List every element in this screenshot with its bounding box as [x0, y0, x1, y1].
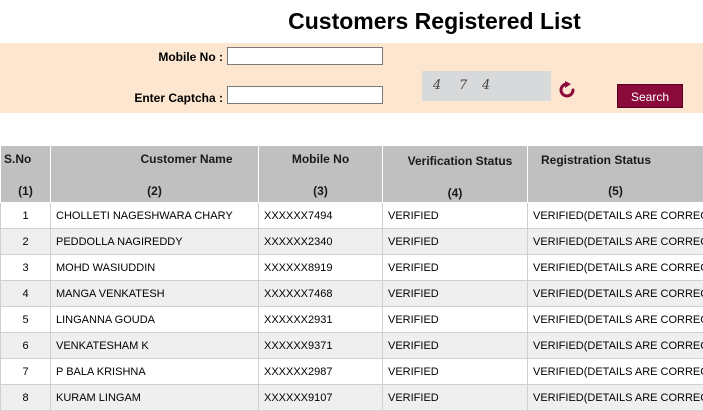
- header-number: (4): [383, 186, 527, 200]
- cell-verification-status: VERIFIED: [383, 281, 528, 307]
- table-row: 4 MANGA VENKATESH XXXXXX7468 VERIFIED VE…: [1, 281, 703, 307]
- cell-registration-status: VERIFIED(DETAILS ARE CORRECT): [528, 333, 703, 359]
- header-number: (3): [259, 184, 382, 198]
- table-row: 2 PEDDOLLA NAGIREDDY XXXXXX2340 VERIFIED…: [1, 229, 703, 255]
- cell-customer-name: LINGANNA GOUDA: [51, 307, 259, 333]
- cell-registration-status: VERIFIED(DETAILS ARE CORRECT): [528, 229, 703, 255]
- cell-customer-name: PEDDOLLA NAGIREDDY: [51, 229, 259, 255]
- cell-sno: 4: [1, 281, 51, 307]
- cell-mobile-no: XXXXXX9371: [259, 333, 383, 359]
- table-row: 5 LINGANNA GOUDA XXXXXX2931 VERIFIED VER…: [1, 307, 703, 333]
- header-mobile-no: Mobile No (3): [259, 146, 383, 203]
- cell-verification-status: VERIFIED: [383, 255, 528, 281]
- search-panel: Mobile No : Enter Captcha : 4 7 4 Search: [0, 43, 703, 113]
- table-row: 1 CHOLLETI NAGESHWARA CHARY XXXXXX7494 V…: [1, 203, 703, 229]
- cell-mobile-no: XXXXXX2340: [259, 229, 383, 255]
- cell-registration-status: VERIFIED(DETAILS ARE CORRECT): [528, 385, 703, 411]
- header-label: Customer Name: [51, 152, 258, 166]
- mobile-label: Mobile No :: [120, 50, 223, 64]
- cell-verification-status: VERIFIED: [383, 229, 528, 255]
- cell-verification-status: VERIFIED: [383, 385, 528, 411]
- captcha-input[interactable]: [227, 86, 383, 104]
- header-number: (2): [51, 184, 258, 198]
- table-row: 3 MOHD WASIUDDIN XXXXXX8919 VERIFIED VER…: [1, 255, 703, 281]
- cell-mobile-no: XXXXXX2987: [259, 359, 383, 385]
- header-label: Registration Status: [528, 153, 703, 167]
- cell-verification-status: VERIFIED: [383, 359, 528, 385]
- header-registration-status: Registration Status (5): [528, 146, 703, 203]
- cell-customer-name: MANGA VENKATESH: [51, 281, 259, 307]
- captcha-digit: 7: [459, 78, 467, 93]
- cell-mobile-no: XXXXXX9107: [259, 385, 383, 411]
- header-number: (5): [528, 184, 703, 198]
- cell-registration-status: VERIFIED(DETAILS ARE CORRECT): [528, 203, 703, 229]
- cell-verification-status: VERIFIED: [383, 203, 528, 229]
- cell-customer-name: CHOLLETI NAGESHWARA CHARY: [51, 203, 259, 229]
- cell-registration-status: VERIFIED(DETAILS ARE CORRECT): [528, 359, 703, 385]
- header-label: S.No: [1, 152, 50, 166]
- page-title: Customers Registered List: [0, 8, 703, 35]
- cell-mobile-no: XXXXXX2931: [259, 307, 383, 333]
- cell-customer-name: P BALA KRISHNA: [51, 359, 259, 385]
- header-label: Verification Status: [383, 154, 527, 168]
- cell-mobile-no: XXXXXX8919: [259, 255, 383, 281]
- captcha-image: 4 7 4: [422, 71, 551, 101]
- cell-customer-name: VENKATESHAM K: [51, 333, 259, 359]
- captcha-digit: 4: [433, 78, 441, 93]
- cell-sno: 7: [1, 359, 51, 385]
- cell-customer-name: KURAM LINGAM: [51, 385, 259, 411]
- header-number: (1): [1, 184, 50, 198]
- cell-sno: 8: [1, 385, 51, 411]
- cell-mobile-no: XXXXXX7468: [259, 281, 383, 307]
- table-row: 7 P BALA KRISHNA XXXXXX2987 VERIFIED VER…: [1, 359, 703, 385]
- table-row: 6 VENKATESHAM K XXXXXX9371 VERIFIED VERI…: [1, 333, 703, 359]
- cell-registration-status: VERIFIED(DETAILS ARE CORRECT): [528, 307, 703, 333]
- cell-verification-status: VERIFIED: [383, 307, 528, 333]
- cell-sno: 1: [1, 203, 51, 229]
- captcha-digit: 4: [482, 78, 490, 93]
- header-customer-name: Customer Name (2): [51, 146, 259, 203]
- cell-sno: 3: [1, 255, 51, 281]
- table-header-row: S.No (1) Customer Name (2) Mobile No (3)…: [1, 146, 703, 203]
- captcha-label: Enter Captcha :: [100, 91, 223, 105]
- cell-verification-status: VERIFIED: [383, 333, 528, 359]
- customers-table: S.No (1) Customer Name (2) Mobile No (3)…: [0, 145, 703, 411]
- cell-mobile-no: XXXXXX7494: [259, 203, 383, 229]
- cell-registration-status: VERIFIED(DETAILS ARE CORRECT): [528, 255, 703, 281]
- cell-customer-name: MOHD WASIUDDIN: [51, 255, 259, 281]
- refresh-icon[interactable]: [558, 81, 576, 99]
- table-row: 8 KURAM LINGAM XXXXXX9107 VERIFIED VERIF…: [1, 385, 703, 411]
- cell-sno: 2: [1, 229, 51, 255]
- mobile-input[interactable]: [227, 47, 383, 65]
- cell-sno: 5: [1, 307, 51, 333]
- header-verification-status: Verification Status (4): [383, 146, 528, 203]
- header-sno: S.No (1): [1, 146, 51, 203]
- cell-sno: 6: [1, 333, 51, 359]
- header-label: Mobile No: [259, 152, 382, 166]
- search-button[interactable]: Search: [617, 84, 683, 108]
- cell-registration-status: VERIFIED(DETAILS ARE CORRECT): [528, 281, 703, 307]
